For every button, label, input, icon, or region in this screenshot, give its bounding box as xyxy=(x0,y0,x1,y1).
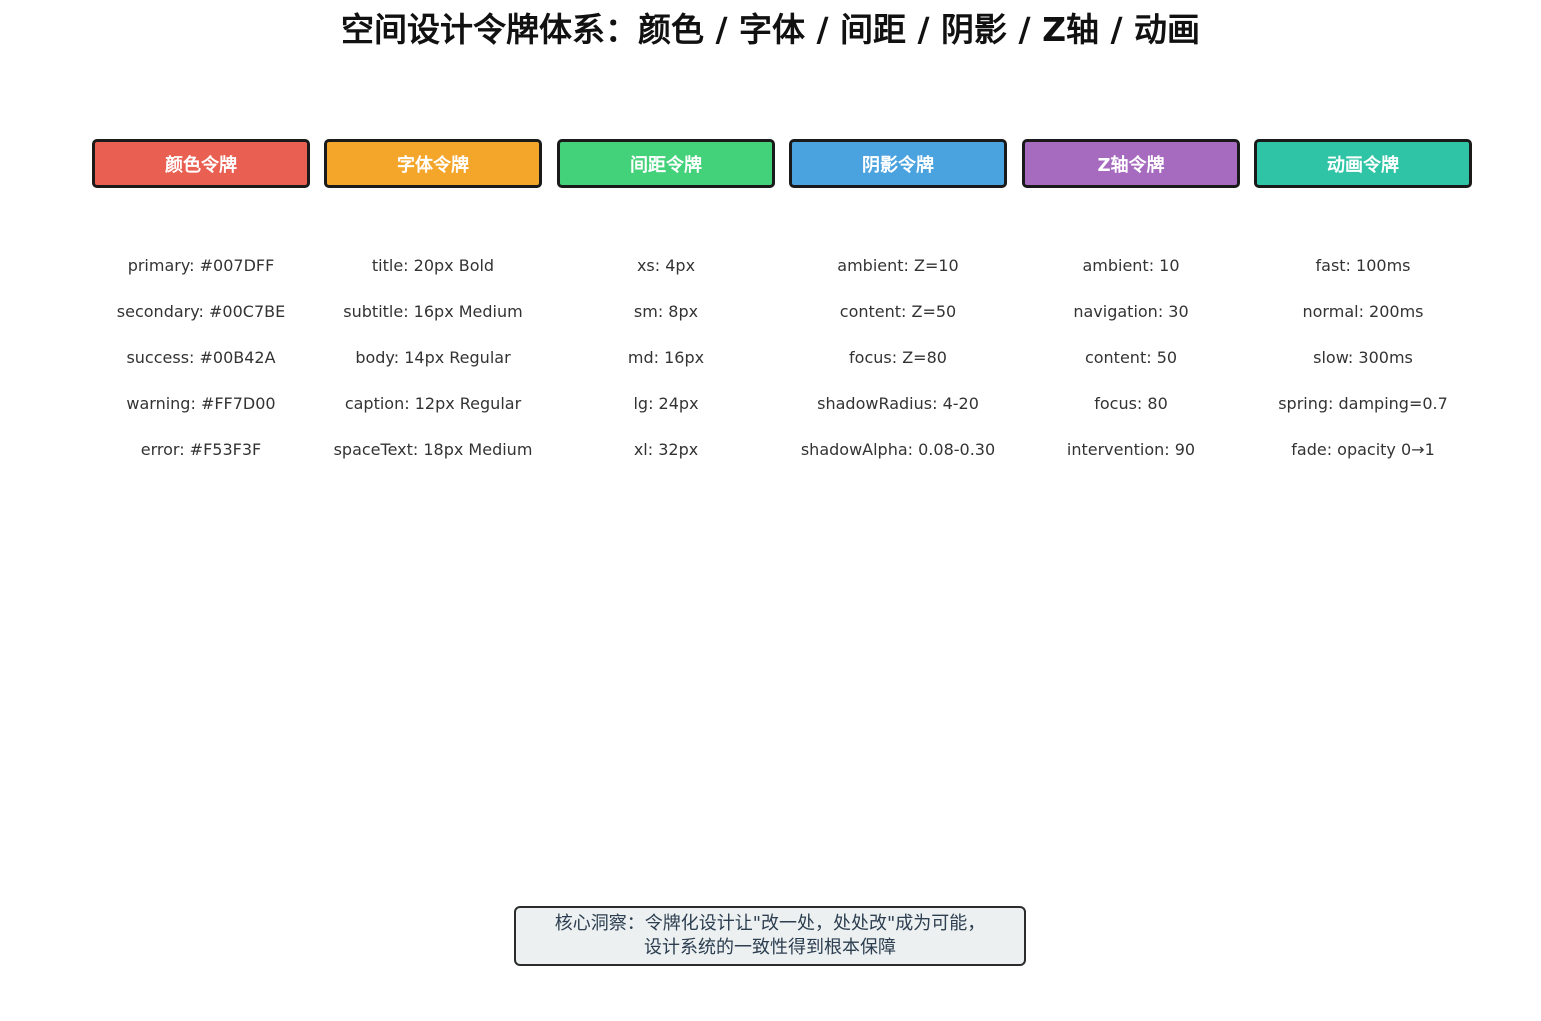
token-columns: 颜色令牌 primary: #007DFF secondary: #00C7BE… xyxy=(0,139,1541,479)
token-item: normal: 200ms xyxy=(1302,302,1424,321)
page-title: 空间设计令牌体系：颜色 / 字体 / 间距 / 阴影 / Z轴 / 动画 xyxy=(340,10,1201,49)
column-color: 颜色令牌 primary: #007DFF secondary: #00C7BE… xyxy=(92,139,310,459)
token-list-animation: fast: 100ms normal: 200ms slow: 300ms sp… xyxy=(1214,251,1512,481)
token-item: spring: damping=0.7 xyxy=(1278,394,1448,413)
token-item: fade: opacity 0→1 xyxy=(1291,440,1435,459)
insight-line-2: 设计系统的一致性得到根本保障 xyxy=(644,937,896,958)
column-shadow: 阴影令牌 ambient: Z=10 content: Z=50 focus: … xyxy=(789,139,1007,459)
category-box-color: 颜色令牌 xyxy=(92,139,310,188)
token-item: slow: 300ms xyxy=(1313,348,1413,367)
category-box-animation: 动画令牌 xyxy=(1254,139,1472,188)
category-box-shadow: 阴影令牌 xyxy=(789,139,1007,188)
category-box-z-axis: Z轴令牌 xyxy=(1022,139,1240,188)
category-box-spacing: 间距令牌 xyxy=(557,139,775,188)
insight-line-1: 核心洞察：令牌化设计让"改一处，处处改"成为可能， xyxy=(554,913,986,934)
column-spacing: 间距令牌 xs: 4px sm: 8px md: 16px lg: 24px x… xyxy=(557,139,775,459)
category-box-typography: 字体令牌 xyxy=(324,139,542,188)
core-insight-box: 核心洞察：令牌化设计让"改一处，处处改"成为可能， 设计系统的一致性得到根本保障 xyxy=(514,906,1026,966)
token-item: fast: 100ms xyxy=(1315,256,1411,275)
column-typography: 字体令牌 title: 20px Bold subtitle: 16px Med… xyxy=(324,139,542,459)
column-z-axis: Z轴令牌 ambient: 10 navigation: 30 content:… xyxy=(1022,139,1240,459)
column-animation: 动画令牌 fast: 100ms normal: 200ms slow: 300… xyxy=(1254,139,1472,459)
